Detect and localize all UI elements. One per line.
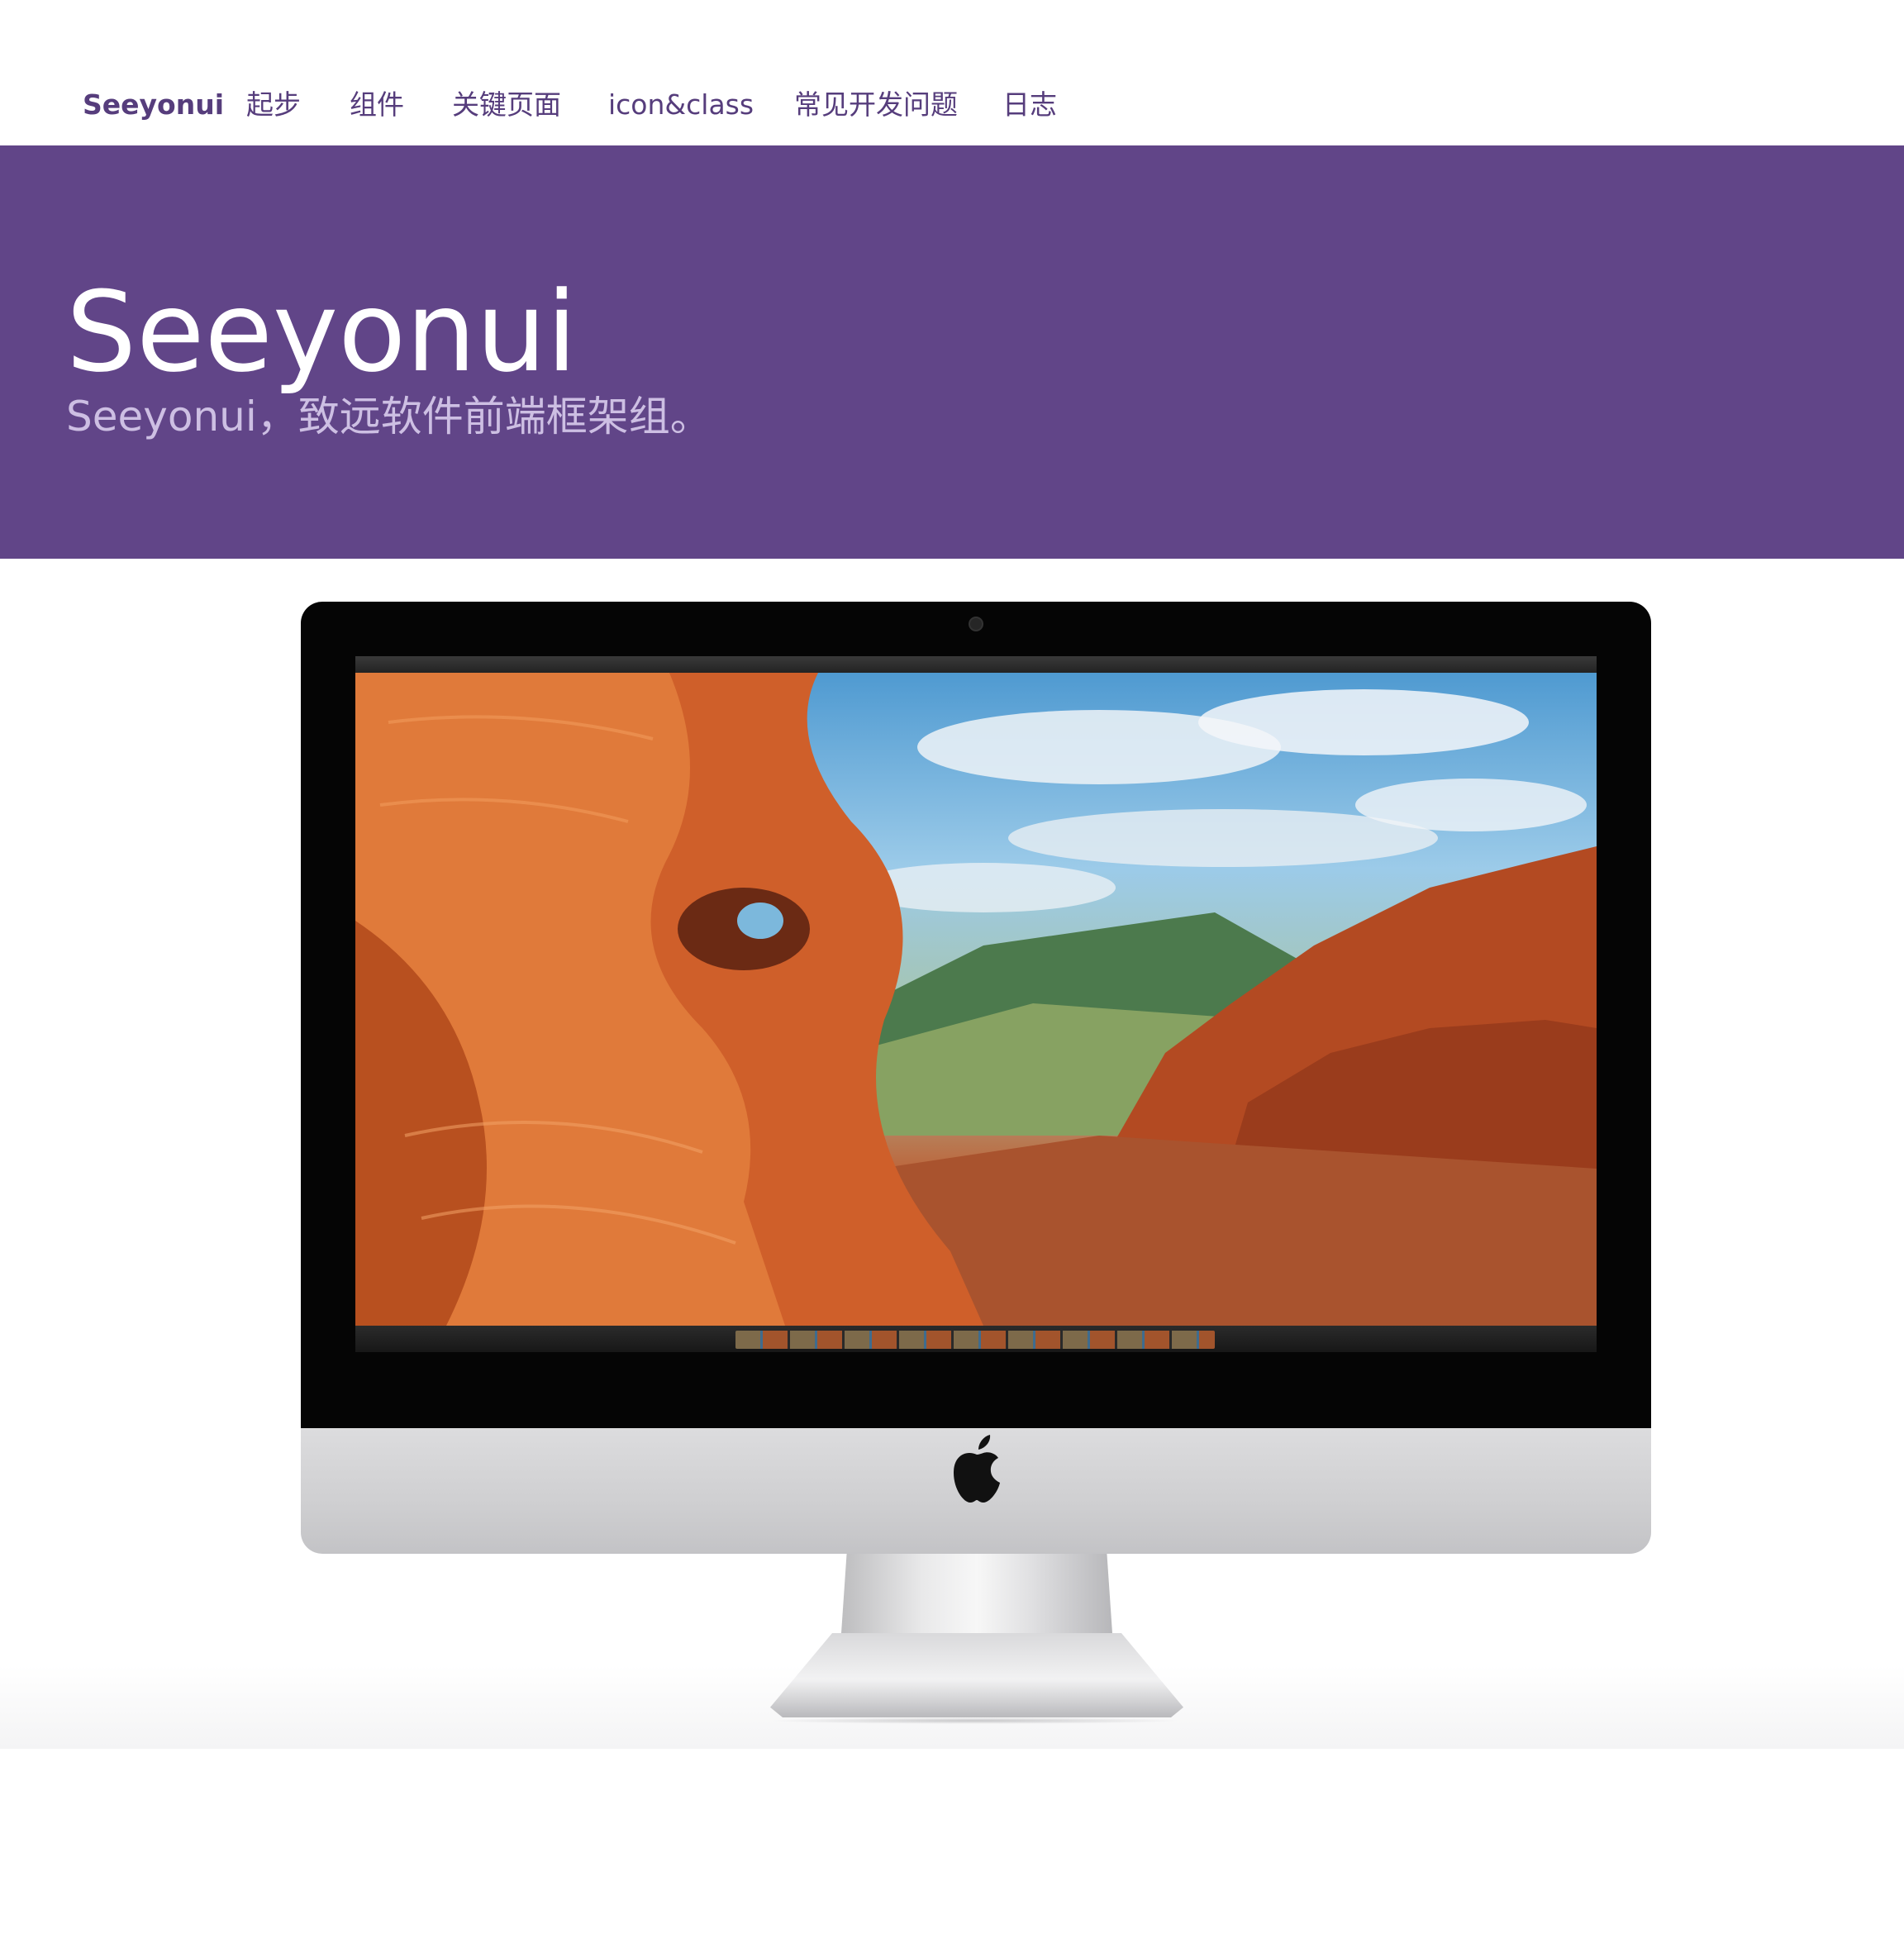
screen-title-bar bbox=[355, 656, 1597, 673]
nav-item-getting-started[interactable]: 起步 bbox=[246, 83, 301, 127]
desert-landscape-photo bbox=[355, 673, 1597, 1326]
nav-item-faq[interactable]: 常见开发问题 bbox=[794, 83, 958, 127]
thumbnail-strip bbox=[735, 1331, 1215, 1349]
hero-banner: Seeyonui Seeyonui，致远软件前端框架组。 bbox=[0, 145, 1904, 559]
top-navbar: Seeyonui 起步 组件 关键页面 icon&class 常见开发问题 日志 bbox=[0, 0, 1904, 145]
stand-shadow bbox=[769, 1717, 1182, 1724]
nav-item-components[interactable]: 组件 bbox=[350, 83, 404, 127]
nav-item-key-pages[interactable]: 关键页面 bbox=[452, 83, 561, 127]
camera-icon bbox=[969, 617, 983, 631]
hero-subtitle: Seeyonui，致远软件前端框架组。 bbox=[66, 393, 712, 441]
nav-item-icon-class[interactable]: icon&class bbox=[608, 83, 754, 127]
apple-logo-icon bbox=[954, 1435, 1000, 1503]
imac-screen bbox=[355, 656, 1597, 1352]
hero-title: Seeyonui bbox=[66, 268, 578, 397]
imac-stand-foot bbox=[770, 1633, 1183, 1717]
nav-brand-link[interactable]: Seeyonui bbox=[83, 83, 224, 127]
screen-toolbar bbox=[355, 1326, 1597, 1352]
landscape-illustration bbox=[355, 673, 1597, 1326]
nav-item-changelog[interactable]: 日志 bbox=[1002, 83, 1057, 127]
imac-showcase-image bbox=[0, 559, 1904, 1749]
